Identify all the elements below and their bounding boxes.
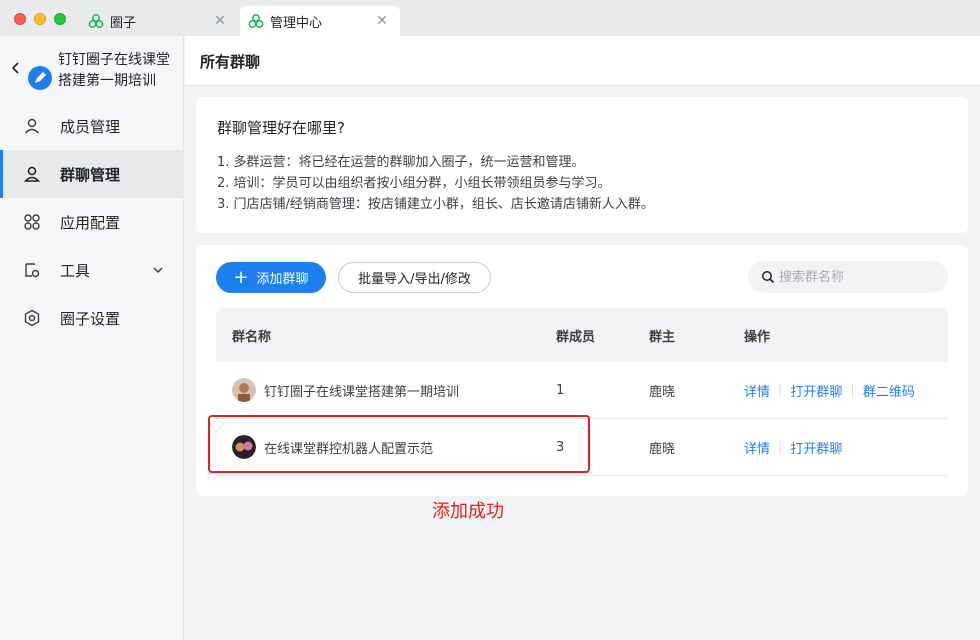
- details-link[interactable]: 详情: [744, 381, 770, 400]
- table-row: 钉钉圈子在线课堂搭建第一期培训 1 鹿晓 详情 | 打开群聊 | 群二维码: [216, 362, 948, 419]
- main-content: 所有群聊 群聊管理好在哪里? 1. 多群运营：将已经在运营的群聊加入圈子，统一运…: [185, 36, 980, 640]
- group-owner: 鹿晓: [649, 441, 676, 457]
- intro-title: 群聊管理好在哪里?: [217, 119, 345, 137]
- header-name: 群名称: [232, 329, 272, 345]
- pen-icon: [35, 72, 46, 83]
- table-header: 群名称 群成员 群主 操作: [216, 308, 948, 362]
- qr-code-link[interactable]: 群二维码: [863, 381, 915, 400]
- sidebar-item-tools[interactable]: 工具: [0, 246, 184, 294]
- page-title: 所有群聊: [200, 53, 261, 71]
- circle-logo-icon: [88, 14, 104, 28]
- batch-import-export-button[interactable]: 批量导入/导出/修改: [338, 262, 491, 293]
- intro-line: 1. 多群运营：将已经在运营的群聊加入圈子，统一运营和管理。: [217, 155, 585, 170]
- open-chat-link[interactable]: 打开群聊: [790, 381, 842, 400]
- details-link[interactable]: 详情: [744, 438, 770, 457]
- intro-line: 2. 培训：学员可以由组织者按小组分群，小组长带领组员参与学习。: [217, 176, 611, 191]
- circle-logo-icon: [248, 14, 264, 28]
- close-window-button[interactable]: [14, 13, 26, 25]
- tab-management-center[interactable]: 管理中心 ✕: [240, 6, 400, 36]
- sidebar-item-label: 工具: [60, 261, 91, 280]
- header-owner: 群主: [649, 329, 676, 345]
- annotation-text: 添加成功: [432, 501, 504, 522]
- intro-card: 群聊管理好在哪里? 1. 多群运营：将已经在运营的群聊加入圈子，统一运营和管理。…: [196, 97, 968, 233]
- sidebar-item-label: 应用配置: [60, 213, 121, 232]
- open-chat-link[interactable]: 打开群聊: [790, 438, 842, 457]
- header-members: 群成员: [556, 329, 596, 345]
- search-input[interactable]: [779, 269, 939, 285]
- group-name: 钉钉圈子在线课堂搭建第一期培训: [264, 384, 460, 400]
- divider: |: [850, 382, 855, 398]
- sidebar-menu: 成员管理 群聊管理 应用配置 工具 圈子设置: [0, 102, 184, 342]
- group-owner: 鹿晓: [649, 384, 676, 400]
- circle-avatar: [28, 66, 52, 90]
- add-group-label: 添加群聊: [256, 272, 309, 287]
- zoom-window-button[interactable]: [54, 13, 66, 25]
- chevron-left-icon[interactable]: [10, 60, 22, 76]
- close-icon[interactable]: ✕: [210, 13, 230, 29]
- tool-icon: [25, 263, 40, 278]
- sidebar-item-label: 圈子设置: [60, 309, 121, 328]
- member-count: 1: [556, 382, 565, 398]
- sidebar-item-members[interactable]: 成员管理: [0, 102, 184, 150]
- sidebar: 钉钉圈子在线课堂搭建第一期培训 成员管理 群聊管理 应用配置 工具 圈子设置: [0, 36, 184, 640]
- divider: |: [778, 382, 783, 398]
- tab-circle[interactable]: 圈子 ✕: [80, 6, 238, 36]
- search-box[interactable]: [748, 261, 948, 293]
- group-chat-icon: [23, 166, 41, 182]
- group-avatar: [232, 378, 256, 402]
- minimize-window-button[interactable]: [34, 13, 46, 25]
- tab-label: 圈子: [110, 15, 137, 31]
- sidebar-item-label: 成员管理: [60, 117, 121, 136]
- header-actions: 操作: [744, 329, 771, 345]
- tab-label: 管理中心: [270, 15, 323, 31]
- gear-icon: [24, 309, 40, 327]
- add-group-button[interactable]: + 添加群聊: [216, 262, 326, 293]
- sidebar-item-label: 群聊管理: [60, 165, 121, 184]
- chevron-down-icon[interactable]: [152, 264, 164, 276]
- plus-icon: +: [233, 266, 249, 288]
- main-header: 所有群聊: [185, 36, 980, 86]
- circle-title: 钉钉圈子在线课堂搭建第一期培训: [58, 52, 170, 89]
- close-icon[interactable]: ✕: [372, 13, 392, 29]
- sidebar-item-group-chats[interactable]: 群聊管理: [0, 150, 184, 198]
- highlight-box: [208, 415, 590, 473]
- intro-line: 3. 门店店铺/经销商管理：按店铺建立小群，组长、店长邀请店铺新人入群。: [217, 197, 654, 212]
- sidebar-item-apps[interactable]: 应用配置: [0, 198, 184, 246]
- user-icon: [24, 118, 40, 134]
- sidebar-header: 钉钉圈子在线课堂搭建第一期培训: [0, 46, 184, 96]
- apps-grid-icon: [24, 214, 40, 230]
- window-titlebar: 圈子 ✕ 管理中心 ✕: [0, 0, 980, 36]
- sidebar-item-settings[interactable]: 圈子设置: [0, 294, 184, 342]
- divider: |: [778, 439, 783, 455]
- search-icon: [762, 271, 775, 284]
